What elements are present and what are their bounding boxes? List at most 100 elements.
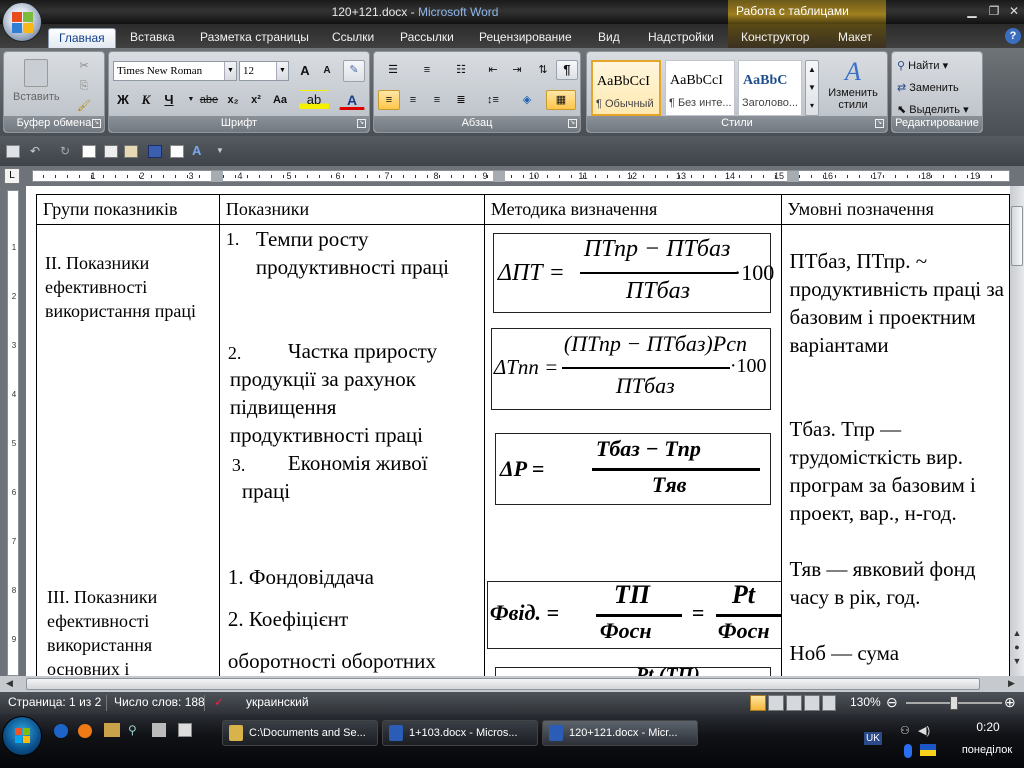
dialog-launcher-icon[interactable]: ↘ [875, 119, 884, 128]
scroll-thumb[interactable] [1011, 206, 1023, 266]
change-styles-button[interactable]: A Изменить стили [825, 56, 881, 118]
save-icon[interactable] [148, 145, 162, 158]
taskbar-item-word-1[interactable]: 1+103.docx - Micros... [382, 720, 538, 746]
sort-icon[interactable]: ⇅ [532, 60, 554, 80]
multilevel-list-icon[interactable]: ☷ [446, 60, 476, 80]
scroll-right-icon[interactable]: ▶ [1008, 678, 1015, 689]
tab-review[interactable]: Рецензирование [479, 28, 572, 48]
vertical-scrollbar[interactable]: ▲ ● ▼ [1010, 186, 1024, 676]
browse-object-icons[interactable]: ▲ ● ▼ [1012, 626, 1022, 668]
scroll-thumb[interactable] [26, 678, 980, 690]
table-header-cell[interactable]: Методика визначення [483, 194, 782, 225]
tab-references[interactable]: Ссылки [332, 28, 374, 48]
font-size-combo[interactable]: 12 ▼ [239, 61, 289, 81]
tab-layout[interactable]: Макет [838, 28, 872, 48]
word-count[interactable]: Число слов: 188 [114, 695, 205, 709]
tab-home[interactable]: Главная [48, 28, 116, 48]
align-center-icon[interactable]: ≡ [402, 90, 424, 110]
font-color-icon[interactable]: A [192, 144, 206, 158]
replace-button[interactable]: ⇄ Заменить [896, 78, 978, 96]
table-icon[interactable] [6, 145, 20, 158]
strikethrough-button[interactable]: abe [197, 90, 221, 110]
table-cell[interactable]: ΔПТ = ПТпр − ПТбаз ПТбаз ·100 ΔTпп = (ПТ… [483, 224, 782, 676]
proofing-icon[interactable]: ✓ [214, 695, 224, 709]
table-header-cell[interactable]: Умовні позначення [780, 194, 1010, 225]
show-formatting-button[interactable]: ¶ [556, 60, 578, 80]
taskbar-item-word-2[interactable]: 120+121.docx - Micr... [542, 720, 698, 746]
firefox-icon[interactable] [78, 724, 92, 738]
line-spacing-icon[interactable]: ↕≡ [478, 90, 508, 110]
style-normal[interactable]: AaBbCcI ¶ Обычный [591, 60, 661, 116]
tab-page-layout[interactable]: Разметка страницы [200, 28, 309, 48]
zoom-in-icon[interactable]: ⊕ [1004, 695, 1016, 709]
column-marker[interactable] [493, 171, 505, 182]
redo-icon[interactable]: ↻ [60, 145, 74, 158]
style-heading[interactable]: AaBbC Заголово... [738, 60, 802, 116]
vertical-ruler-strip[interactable]: 1 2 3 4 5 6 7 8 9 [7, 190, 19, 676]
tab-insert[interactable]: Вставка [130, 28, 175, 48]
minimize-icon[interactable]: ▁ [962, 4, 982, 20]
table-header-cell[interactable]: Групи показників [36, 194, 220, 225]
paste-button[interactable]: Вставить [12, 56, 60, 114]
tab-view[interactable]: Вид [598, 28, 620, 48]
folder-icon[interactable] [104, 723, 120, 737]
table-header-cell[interactable]: Показники [218, 194, 485, 225]
chevron-down-icon[interactable]: ▼ [276, 62, 288, 80]
subscript-button[interactable]: x₂ [222, 90, 244, 110]
bluetooth-icon[interactable] [904, 744, 912, 758]
align-left-icon[interactable]: ≡ [378, 90, 400, 110]
clear-format-icon[interactable]: ✎ [343, 60, 365, 82]
bullets-icon[interactable]: ☰ [378, 60, 408, 80]
undo-icon[interactable]: ↶ [30, 145, 44, 158]
document-icon[interactable] [178, 723, 192, 737]
close-icon[interactable]: ✕ [1004, 4, 1024, 20]
print-icon[interactable] [104, 145, 118, 158]
network-icon[interactable]: ⚇ [900, 724, 914, 738]
underline-button[interactable]: Ч [159, 90, 179, 110]
table-cell[interactable]: II. Показники ефективності використання … [36, 224, 220, 676]
styles-scroll[interactable]: ▲ ▼ ▾ [805, 60, 819, 116]
dialog-launcher-icon[interactable]: ↘ [92, 119, 101, 128]
borders-icon[interactable]: ▦ [546, 90, 576, 110]
bold-button[interactable]: Ж [113, 90, 133, 110]
chevron-down-icon[interactable]: ▼ [185, 90, 197, 110]
help-icon[interactable]: ? [1005, 28, 1021, 44]
print-layout-icon[interactable] [750, 695, 766, 711]
copy-icon[interactable]: ⎘ [74, 76, 94, 94]
full-screen-icon[interactable] [768, 695, 784, 711]
cut-icon[interactable]: ✂ [74, 56, 94, 74]
document-area[interactable]: Групи показників Показники Методика визн… [26, 186, 1010, 676]
tab-addins[interactable]: Надстройки [648, 28, 714, 48]
taskbar-item-explorer[interactable]: C:\Documents and Se... [222, 720, 378, 746]
font-color-button[interactable]: A [339, 90, 365, 110]
outline-icon[interactable] [804, 695, 820, 711]
web-layout-icon[interactable] [786, 695, 802, 711]
customize-qat-icon[interactable]: ▼ [216, 145, 230, 158]
page-count[interactable]: Страница: 1 из 2 [8, 695, 101, 709]
ruler-strip[interactable]: 112345678910111213141516171819 [32, 170, 1010, 182]
find-button[interactable]: ⚲ Найти ▾ [896, 56, 978, 74]
tab-design[interactable]: Конструктор [741, 28, 809, 48]
column-marker[interactable] [787, 171, 799, 182]
shrink-font-button[interactable]: A [317, 61, 337, 81]
dialog-launcher-icon[interactable]: ↘ [568, 119, 577, 128]
open-icon[interactable] [170, 145, 184, 158]
style-no-spacing[interactable]: AaBbCcI ¶ Без инте... [665, 60, 735, 116]
superscript-button[interactable]: x² [245, 90, 267, 110]
restore-icon[interactable]: ❐ [984, 4, 1004, 20]
justify-icon[interactable]: ≣ [450, 90, 472, 110]
tab-selector-icon[interactable]: L [4, 168, 20, 184]
dialog-launcher-icon[interactable]: ↘ [357, 119, 366, 128]
scroll-left-icon[interactable]: ◀ [6, 678, 13, 689]
zoom-out-icon[interactable]: ⊖ [886, 695, 898, 709]
new-document-icon[interactable] [82, 145, 96, 158]
office-button[interactable] [2, 2, 42, 42]
highlight-icon[interactable]: ab [299, 90, 329, 110]
format-painter-icon[interactable]: 🖌 [74, 96, 94, 114]
volume-icon[interactable]: ◀) [918, 724, 932, 738]
search-icon[interactable]: ⚲ [128, 723, 142, 737]
table-cell[interactable]: 1. Темпи росту продуктивності праці 2. Ч… [218, 224, 485, 676]
grow-font-button[interactable]: A [295, 61, 315, 81]
chevron-down-icon[interactable]: ▼ [224, 62, 236, 80]
decrease-indent-icon[interactable]: ⇤ [482, 60, 504, 80]
